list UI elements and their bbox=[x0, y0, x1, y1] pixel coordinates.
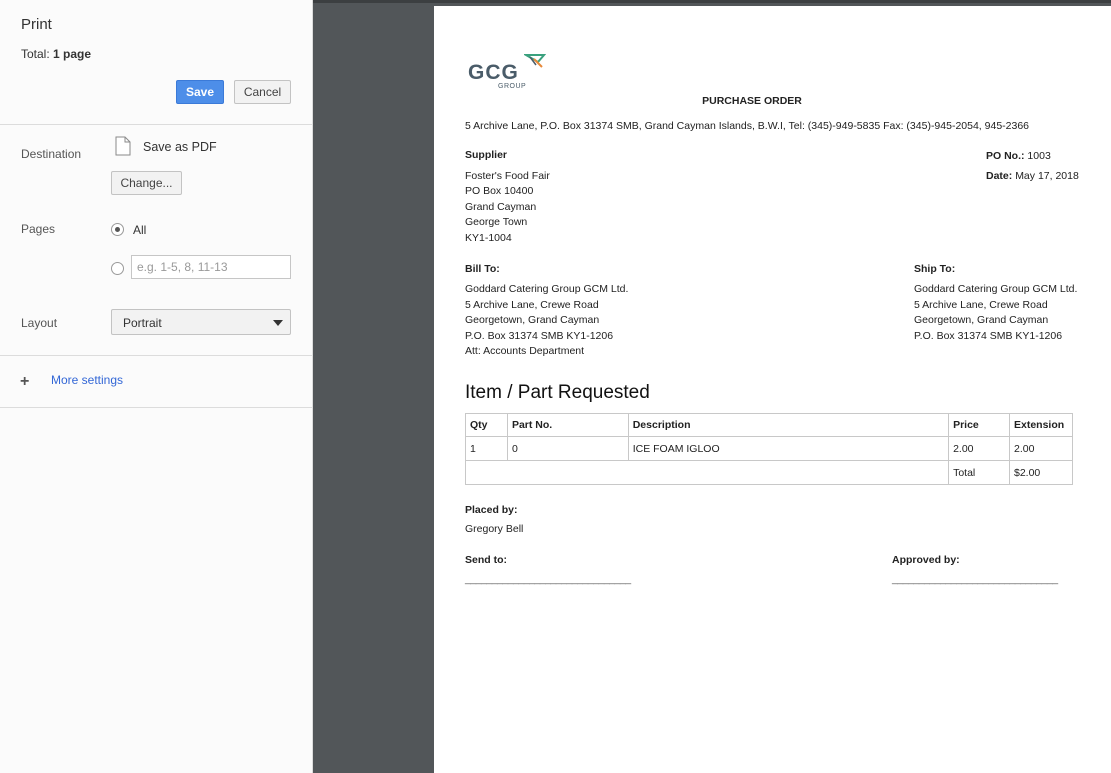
po-number: PO No.: 1003 bbox=[986, 149, 1051, 165]
supplier-line: Foster's Food Fair bbox=[465, 170, 550, 182]
ship-to-line: P.O. Box 31374 SMB KY1-1206 bbox=[914, 330, 1063, 342]
po-date-value: May 17, 2018 bbox=[1015, 170, 1079, 182]
items-table: Qty Part No. Description Price Extension… bbox=[464, 413, 1074, 485]
ship-to-line: 5 Archive Lane, Crewe Road bbox=[914, 299, 1048, 311]
column-header: Part No. bbox=[506, 413, 629, 437]
placed-by-value: Gregory Bell bbox=[465, 523, 524, 535]
cancel-button[interactable]: Cancel bbox=[234, 80, 291, 104]
pages-range-input[interactable] bbox=[131, 255, 291, 279]
total-value-cell: $2.00 bbox=[1008, 460, 1074, 485]
po-date: Date: May 17, 2018 bbox=[986, 169, 1079, 185]
logo-text: GCG bbox=[468, 61, 519, 84]
ship-to-line: Goddard Catering Group GCM Ltd. bbox=[914, 283, 1078, 295]
ship-to-line: Georgetown, Grand Cayman bbox=[914, 314, 1049, 326]
supplier-line: PO Box 10400 bbox=[465, 185, 534, 197]
pages-label: Pages bbox=[21, 222, 56, 236]
supplier-line: KY1-1004 bbox=[465, 232, 512, 244]
table-cell: ICE FOAM IGLOO bbox=[627, 436, 950, 461]
table-total-row: Total $2.00 bbox=[464, 460, 1074, 485]
destination-value: Save as PDF bbox=[143, 140, 217, 154]
table-cell: 1 bbox=[465, 436, 508, 461]
layout-select[interactable]: Portrait bbox=[111, 309, 291, 335]
ship-to-heading: Ship To: bbox=[914, 263, 956, 275]
table-cell bbox=[464, 460, 950, 485]
table-row: 1 0 ICE FOAM IGLOO 2.00 2.00 bbox=[465, 436, 1074, 461]
send-to-signature-line: _______________________________ bbox=[465, 573, 631, 585]
bill-to-line: 5 Archive Lane, Crewe Road bbox=[465, 299, 599, 311]
print-title: Print bbox=[21, 16, 52, 33]
bill-to-line: Georgetown, Grand Cayman bbox=[465, 314, 600, 326]
divider bbox=[0, 407, 312, 408]
logo-mark-icon bbox=[524, 54, 546, 68]
table-cell: 2.00 bbox=[948, 436, 1010, 461]
pdf-file-icon bbox=[115, 136, 131, 156]
layout-value: Portrait bbox=[123, 316, 162, 330]
column-header: Extension bbox=[1008, 413, 1074, 437]
total-label-cell: Total bbox=[948, 460, 1010, 485]
print-preview[interactable]: GCG GROUP PURCHASE ORDER 5 Archive Lane,… bbox=[313, 0, 1111, 773]
page-total: Total: 1 page bbox=[21, 47, 91, 61]
po-number-label: PO No.: bbox=[986, 150, 1025, 162]
logo-subtext: GROUP bbox=[498, 83, 527, 90]
company-logo: GCG GROUP bbox=[468, 53, 548, 95]
po-number-value: 1003 bbox=[1027, 150, 1051, 162]
supplier-line: George Town bbox=[465, 216, 528, 228]
save-button[interactable]: Save bbox=[176, 80, 224, 104]
column-header: Price bbox=[948, 413, 1010, 437]
plus-icon[interactable]: + bbox=[20, 373, 29, 391]
destination-label: Destination bbox=[21, 147, 82, 161]
print-header: Print Total: 1 page Save Cancel bbox=[0, 0, 312, 125]
layout-label: Layout bbox=[21, 316, 58, 330]
placed-by-label: Placed by: bbox=[465, 504, 518, 516]
divider bbox=[0, 355, 312, 356]
company-address: 5 Archive Lane, P.O. Box 31374 SMB, Gran… bbox=[465, 120, 1030, 132]
dropdown-arrow-icon bbox=[273, 320, 283, 326]
po-date-label: Date: bbox=[986, 170, 1013, 182]
column-header: Qty bbox=[465, 413, 508, 437]
bill-to-line: Att: Accounts Department bbox=[465, 345, 585, 357]
document-title: PURCHASE ORDER bbox=[702, 95, 802, 107]
supplier-line: Grand Cayman bbox=[465, 201, 537, 213]
column-header: Description bbox=[627, 413, 950, 437]
items-heading: Item / Part Requested bbox=[465, 382, 650, 403]
pages-custom-radio[interactable] bbox=[111, 262, 124, 275]
supplier-heading: Supplier bbox=[465, 149, 508, 161]
bill-to-line: Goddard Catering Group GCM Ltd. bbox=[465, 283, 629, 295]
total-label: Total: bbox=[21, 47, 54, 61]
more-settings-link[interactable]: More settings bbox=[51, 373, 123, 387]
table-cell: 2.00 bbox=[1008, 436, 1074, 461]
approved-by-label: Approved by: bbox=[892, 554, 960, 566]
table-cell: 0 bbox=[506, 436, 629, 461]
table-header-row: Qty Part No. Description Price Extension bbox=[465, 413, 1074, 437]
total-value: 1 page bbox=[53, 47, 92, 61]
pages-all-label: All bbox=[133, 223, 147, 237]
send-to-label: Send to: bbox=[465, 554, 507, 566]
preview-page: GCG GROUP PURCHASE ORDER 5 Archive Lane,… bbox=[434, 6, 1111, 773]
pages-all-radio[interactable] bbox=[111, 223, 124, 236]
preview-top-border bbox=[313, 0, 1111, 3]
print-settings-panel: Print Total: 1 page Save Cancel Destinat… bbox=[0, 0, 313, 773]
bill-to-heading: Bill To: bbox=[465, 263, 500, 275]
change-destination-button[interactable]: Change... bbox=[111, 171, 182, 195]
approved-by-signature-line: _______________________________ bbox=[892, 573, 1058, 585]
bill-to-line: P.O. Box 31374 SMB KY1-1206 bbox=[465, 330, 614, 342]
